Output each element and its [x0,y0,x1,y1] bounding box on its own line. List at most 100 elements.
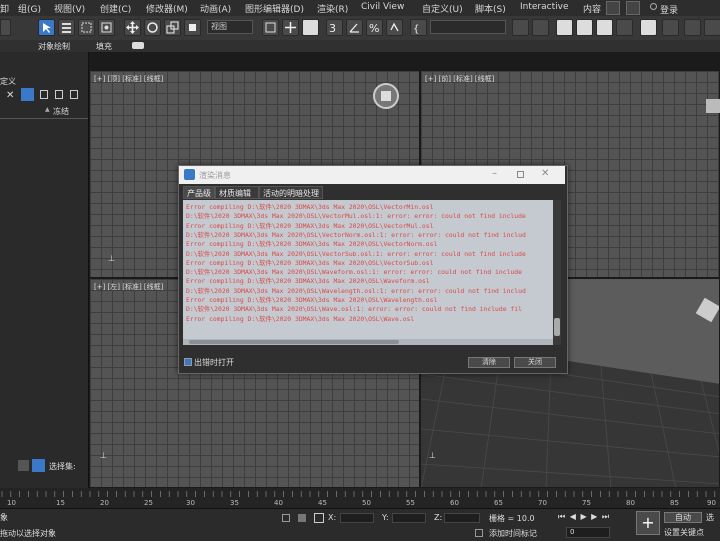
rotate-icon[interactable] [144,19,161,36]
clear-button[interactable]: 清除 [468,357,510,368]
filter-icon[interactable] [21,88,34,101]
absolute-mode-icon[interactable] [314,513,324,523]
menu-item-view[interactable]: 视图(V) [54,2,85,15]
dialog-title: 渲染消息 [199,171,231,180]
x-coordinate-field[interactable] [340,513,374,523]
ribbon-toggle-icon[interactable] [596,19,613,36]
maximize-icon[interactable] [517,171,524,178]
select-manipulate-icon[interactable] [282,19,299,36]
grid-size-readout: 栅格 = 10.0 [489,514,535,523]
scene-icon[interactable] [32,459,45,472]
selected-filter-label[interactable]: 选 [706,512,714,523]
tick-label: 15 [56,499,65,507]
current-frame-field[interactable]: 0 [566,527,610,538]
viewport-label[interactable]: [+] [顶] [标准] [线框] [94,74,163,84]
scrollbar-thumb[interactable] [189,340,399,344]
login-link[interactable]: 登录 [660,3,678,16]
schematic-view-icon[interactable] [640,19,657,36]
open-on-error-checkbox[interactable] [184,358,192,366]
user-icon[interactable] [650,3,657,10]
pivot-icon[interactable] [262,19,279,36]
toolbar-button[interactable] [0,19,11,36]
set-key-icon[interactable]: + [636,511,660,535]
window-crossing-icon[interactable] [98,19,115,36]
log-line: Error compiling D:\软件\2020 3DMAX\3ds Max… [186,240,438,249]
menu-item-create[interactable]: 创建(C) [100,2,131,15]
spinner-snap-icon[interactable] [386,19,403,36]
auto-key-button[interactable]: 自动 [664,512,702,523]
vertical-scrollbar[interactable] [553,200,561,345]
time-tag-icon[interactable] [475,529,483,537]
viewcube-icon[interactable] [373,83,399,109]
layers-icon[interactable] [18,460,29,471]
menu-item-interactive[interactable]: Interactive [520,2,568,12]
sort-arrow-icon[interactable]: ▲ [45,106,50,113]
lock-icon[interactable] [40,90,48,99]
named-selection-set-select[interactable] [430,20,506,34]
log-line: D:\软件\2020 3DMAX\3ds Max 2020\OSL\Wave.o… [186,305,522,314]
window-box-icon[interactable] [606,1,620,15]
close-icon[interactable]: ✕ [541,168,549,179]
z-coordinate-field[interactable] [444,513,480,523]
minimize-icon[interactable]: – [492,168,497,179]
message-log[interactable]: Error compiling D:\软件\2020 3DMAX\3ds Max… [183,200,553,345]
rendered-frame-icon[interactable] [704,19,720,36]
render-setup-icon[interactable] [684,19,701,36]
angle-snap-icon[interactable] [346,19,363,36]
menu-item-content[interactable]: 内容 [583,2,601,15]
reference-coordinate-select[interactable]: 视图 [207,20,253,34]
timeline[interactable]: 10 15 20 25 30 35 40 45 50 55 60 65 70 7… [0,488,720,508]
ribbon-options-icon[interactable] [132,42,144,49]
move-icon[interactable] [124,19,141,36]
viewcube-icon[interactable] [706,99,720,113]
select-object-icon[interactable] [38,19,55,36]
scale-icon[interactable] [164,19,181,36]
menu-item-modifiers[interactable]: 修改器(M) [146,2,188,15]
menu-item-customize[interactable]: 自定义(U) [422,2,463,15]
log-line: Error compiling D:\软件\2020 3DMAX\3ds Max… [186,296,438,304]
ribbon-tab-populate[interactable]: 填充 [96,41,112,52]
menu-item-group[interactable]: 组(G) [18,2,41,15]
tab-active-shade[interactable]: 活动的明暗处理 [259,186,323,199]
menu-item-graph-editors[interactable]: 图形编辑器(D) [245,2,304,15]
close-icon[interactable]: ✕ [6,90,14,101]
snap-toggle-icon[interactable]: 3 [326,19,343,36]
freeze-column-header[interactable]: 冻结 [53,106,69,117]
menu-item-rendering[interactable]: 渲染(R) [317,2,348,15]
close-button[interactable]: 关闭 [514,357,556,368]
lock-selection-icon[interactable] [282,514,290,522]
playback-controls-icon[interactable]: ⏮ ◀ ▶ ▶ ⏭ [558,512,610,522]
menu-item-scripting[interactable]: 脚本(S) [475,2,506,15]
select-by-name-icon[interactable] [58,19,75,36]
tab-production[interactable]: 产品级 [183,186,215,199]
menu-item-fragment[interactable]: 卸 [0,2,9,15]
scrollbar-thumb[interactable] [554,318,560,336]
dialog-titlebar[interactable]: 渲染消息 – ✕ [179,166,565,184]
keyboard-shortcut-icon[interactable] [302,19,319,36]
tab-material-editor[interactable]: 材质编辑器 [215,186,259,211]
y-coordinate-field[interactable] [392,513,426,523]
material-editor-icon[interactable] [662,19,679,36]
isolate-icon[interactable] [298,514,306,522]
hierarchy-icon[interactable] [55,90,63,99]
percent-snap-icon[interactable]: % [366,19,383,36]
named-selection-icon[interactable]: { [410,19,427,36]
layer-manager-icon[interactable] [576,19,593,36]
curve-editor-icon[interactable] [616,19,633,36]
place-icon[interactable] [184,19,201,36]
viewport-label[interactable]: [+] [前] [标准] [线框] [425,74,494,84]
viewport-label[interactable]: [+] [左] [标准] [线框] [94,282,163,292]
align-icon[interactable] [532,19,549,36]
menu-item-civil-view[interactable]: Civil View [361,2,404,12]
add-time-tag-button[interactable]: 添加时间标记 [489,528,537,539]
window-box-icon[interactable] [626,1,640,15]
menu-item-animation[interactable]: 动画(A) [200,2,231,15]
set-key-label[interactable]: 设置关键点 [664,527,704,538]
tick-label: 40 [274,499,283,507]
rect-selection-icon[interactable] [78,19,95,36]
hierarchy-icon[interactable] [70,90,78,99]
scene-explorer-icon[interactable] [556,19,573,36]
mirror-icon[interactable] [512,19,529,36]
ribbon-tab-object-paint[interactable]: 对象绘制 [38,41,70,52]
horizontal-scrollbar[interactable] [183,339,553,345]
